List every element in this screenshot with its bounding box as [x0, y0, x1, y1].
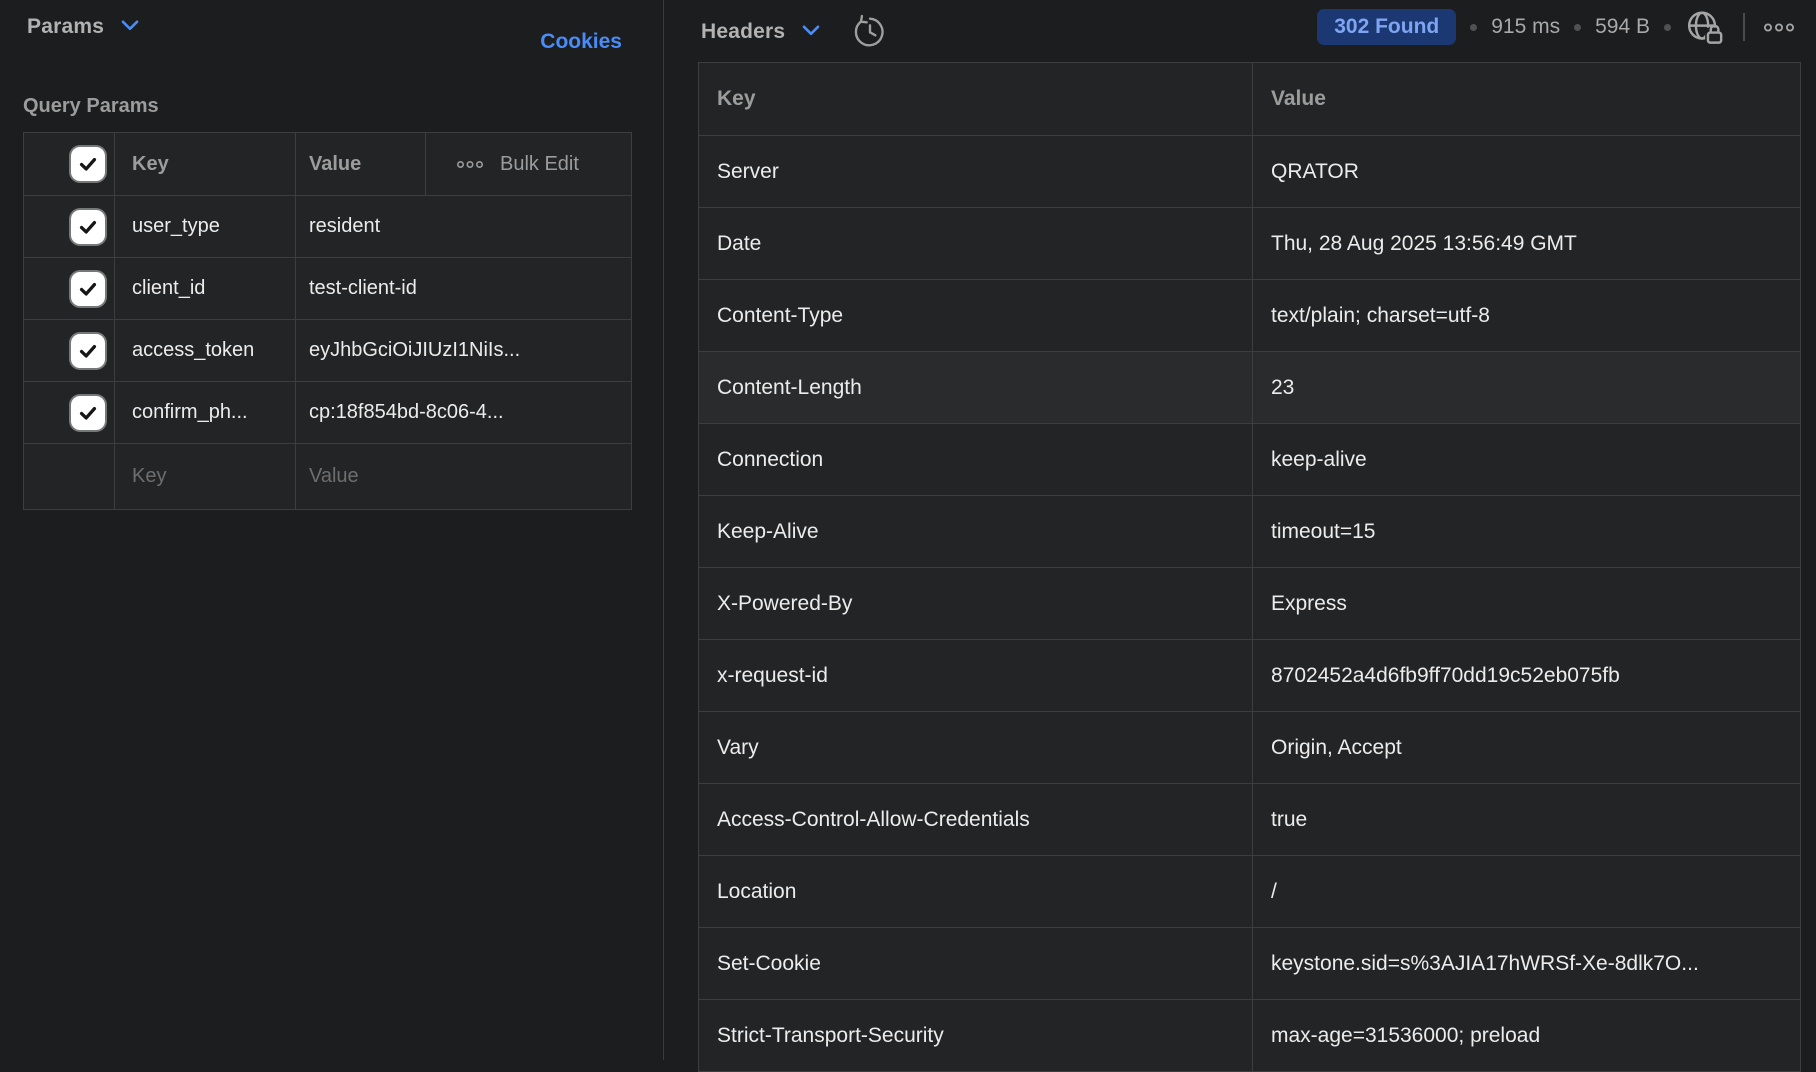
- select-all-checkbox[interactable]: [24, 133, 115, 195]
- header-key: Content-Type: [699, 280, 1253, 351]
- response-meta-bar: 302 Found 915 ms 594 B: [1317, 9, 1795, 45]
- params-dropdown[interactable]: Params: [27, 15, 139, 39]
- header-row-location: Location /: [699, 856, 1800, 928]
- header-value: 23: [1253, 352, 1800, 423]
- network-security-icon[interactable]: [1685, 9, 1725, 45]
- header-value: text/plain; charset=utf-8: [1253, 280, 1800, 351]
- key-column-header: Key: [115, 133, 296, 195]
- response-headers-panel: Headers 302 Found 915 ms 594 B: [663, 0, 1816, 1060]
- check-icon: [77, 216, 99, 238]
- cookies-link[interactable]: Cookies: [540, 30, 622, 54]
- chevron-down-icon: [121, 18, 139, 36]
- param-value-input[interactable]: cp:18f854bd-8c06-4...: [296, 382, 631, 443]
- header-value: Origin, Accept: [1253, 712, 1800, 783]
- header-key: Vary: [699, 712, 1253, 783]
- value-column-header: Value: [296, 133, 426, 195]
- header-key: Access-Control-Allow-Credentials: [699, 784, 1253, 855]
- query-params-table: Key Value Bulk Edit user_type resident c…: [23, 132, 632, 510]
- header-row-acac: Access-Control-Allow-Credentials true: [699, 784, 1800, 856]
- check-icon: [77, 278, 99, 300]
- header-key: Keep-Alive: [699, 496, 1253, 567]
- response-headers-table: Key Value Server QRATOR Date Thu, 28 Aug…: [698, 62, 1801, 1072]
- header-key: Connection: [699, 424, 1253, 495]
- header-key: Location: [699, 856, 1253, 927]
- chevron-down-icon[interactable]: [802, 23, 820, 41]
- param-value-input[interactable]: resident: [296, 196, 631, 257]
- query-params-header-row: Key Value Bulk Edit: [24, 133, 631, 195]
- header-key: Date: [699, 208, 1253, 279]
- query-param-row: access_token eyJhbGciOiJIUzI1NiIs...: [24, 319, 631, 381]
- param-value-input[interactable]: eyJhbGciOiJIUzI1NiIs...: [296, 320, 631, 381]
- new-param-row: Key Value: [24, 443, 631, 509]
- dot-separator: [1574, 24, 1581, 31]
- response-time: 915 ms: [1491, 15, 1560, 39]
- divider: [1743, 13, 1745, 41]
- header-value: Express: [1253, 568, 1800, 639]
- query-params-title: Query Params: [23, 95, 159, 118]
- header-value: keep-alive: [1253, 424, 1800, 495]
- param-key-input[interactable]: access_token: [115, 320, 296, 381]
- header-key: Content-Length: [699, 352, 1253, 423]
- header-value: keystone.sid=s%3AJIA17hWRSf-Xe-8dlk7O...: [1253, 928, 1800, 999]
- dot-separator: [1664, 24, 1671, 31]
- header-row-content-type: Content-Type text/plain; charset=utf-8: [699, 280, 1800, 352]
- header-row-keep-alive: Keep-Alive timeout=15: [699, 496, 1800, 568]
- query-param-row: client_id test-client-id: [24, 257, 631, 319]
- param-value-input[interactable]: test-client-id: [296, 258, 631, 319]
- header-key: x-request-id: [699, 640, 1253, 711]
- header-row-content-length: Content-Length 23: [699, 352, 1800, 424]
- params-dropdown-label: Params: [27, 15, 104, 39]
- param-checkbox[interactable]: [24, 196, 115, 257]
- param-key-input[interactable]: user_type: [115, 196, 296, 257]
- dot-separator: [1470, 24, 1477, 31]
- more-options-icon[interactable]: [456, 159, 484, 170]
- header-key: Server: [699, 136, 1253, 207]
- header-row-sts: Strict-Transport-Security max-age=315360…: [699, 1000, 1800, 1072]
- new-param-checkbox-cell: [24, 444, 115, 509]
- header-row-connection: Connection keep-alive: [699, 424, 1800, 496]
- new-param-key-input[interactable]: Key: [115, 444, 296, 509]
- header-row-date: Date Thu, 28 Aug 2025 13:56:49 GMT: [699, 208, 1800, 280]
- bulk-edit-label: Bulk Edit: [500, 153, 579, 176]
- header-value: timeout=15: [1253, 496, 1800, 567]
- header-row-vary: Vary Origin, Accept: [699, 712, 1800, 784]
- value-column-header: Value: [1253, 63, 1800, 135]
- response-size: 594 B: [1595, 15, 1650, 39]
- request-params-panel: Params Cookies Query Params Key Value Bu…: [0, 0, 663, 1060]
- new-param-value-input[interactable]: Value: [296, 444, 631, 509]
- more-options-icon[interactable]: [1763, 21, 1795, 34]
- check-icon: [77, 402, 99, 424]
- check-icon: [77, 153, 99, 175]
- param-key-input[interactable]: client_id: [115, 258, 296, 319]
- header-value: 8702452a4d6fb9ff70dd19c52eb075fb: [1253, 640, 1800, 711]
- header-value: max-age=31536000; preload: [1253, 1000, 1800, 1071]
- header-row-server: Server QRATOR: [699, 136, 1800, 208]
- bulk-edit-button[interactable]: Bulk Edit: [426, 133, 631, 195]
- key-column-header: Key: [699, 63, 1253, 135]
- param-key-input[interactable]: confirm_ph...: [115, 382, 296, 443]
- response-history-icon[interactable]: [851, 13, 889, 51]
- header-key: Strict-Transport-Security: [699, 1000, 1253, 1071]
- header-value: Thu, 28 Aug 2025 13:56:49 GMT: [1253, 208, 1800, 279]
- header-key: X-Powered-By: [699, 568, 1253, 639]
- header-row-x-powered-by: X-Powered-By Express: [699, 568, 1800, 640]
- header-key: Set-Cookie: [699, 928, 1253, 999]
- header-row-x-request-id: x-request-id 8702452a4d6fb9ff70dd19c52eb…: [699, 640, 1800, 712]
- param-checkbox[interactable]: [24, 320, 115, 381]
- param-checkbox[interactable]: [24, 382, 115, 443]
- headers-dropdown[interactable]: Headers: [701, 20, 785, 44]
- param-checkbox[interactable]: [24, 258, 115, 319]
- header-value: QRATOR: [1253, 136, 1800, 207]
- header-value: /: [1253, 856, 1800, 927]
- query-param-row: confirm_ph... cp:18f854bd-8c06-4...: [24, 381, 631, 443]
- header-value: true: [1253, 784, 1800, 855]
- query-param-row: user_type resident: [24, 195, 631, 257]
- response-table-header-row: Key Value: [699, 63, 1800, 136]
- check-icon: [77, 340, 99, 362]
- status-badge: 302 Found: [1317, 9, 1456, 45]
- header-row-set-cookie: Set-Cookie keystone.sid=s%3AJIA17hWRSf-X…: [699, 928, 1800, 1000]
